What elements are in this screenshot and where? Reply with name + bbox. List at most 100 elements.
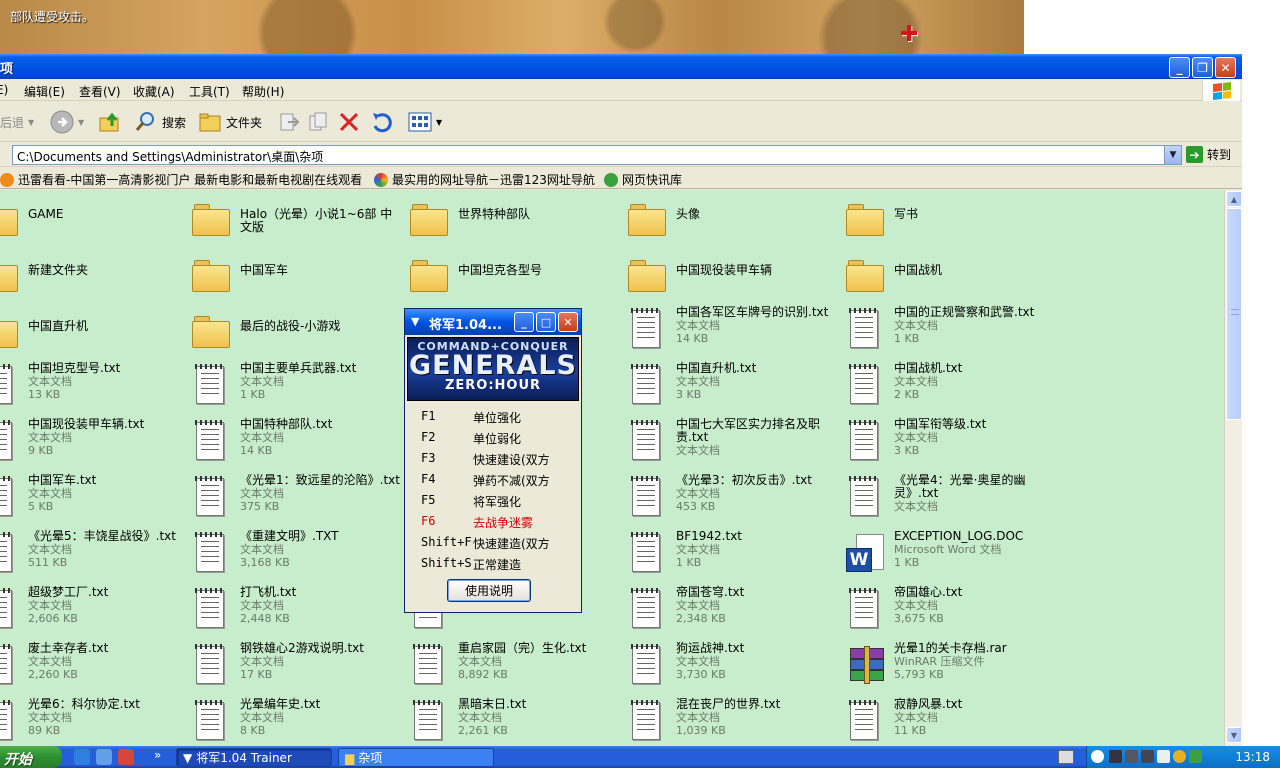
file-item[interactable]: 光晕1的关卡存档.rar WinRAR 压缩文件 5,793 KB — [846, 642, 1056, 692]
back-button[interactable]: 后退 ▼ — [0, 108, 34, 136]
folder-item[interactable]: 世界特种部队 — [410, 194, 620, 244]
folder-icon — [846, 198, 886, 238]
link-xunlei-123[interactable]: 最实用的网址导航－迅雷123网址导航 — [374, 171, 595, 188]
file-item[interactable]: BF1942.txt 文本文档 1 KB — [628, 530, 838, 580]
folders-button[interactable]: 文件夹 — [198, 108, 262, 136]
file-item[interactable]: 中国军车.txt 文本文档 5 KB — [0, 474, 190, 524]
file-item[interactable]: 中国各军区车牌号的识别.txt 文本文档 14 KB — [628, 306, 838, 356]
antivirus-icon[interactable] — [1189, 750, 1202, 763]
close-button[interactable]: ✕ — [1215, 57, 1236, 78]
restore-button[interactable]: ❐ — [1192, 57, 1213, 78]
ie-quicklaunch-icon[interactable] — [74, 749, 90, 765]
volume-icon[interactable] — [1157, 750, 1170, 763]
views-button[interactable]: ▼ — [408, 108, 442, 136]
trainer-title-bar[interactable]: ▼ 将军1.04... _ □ ✕ — [405, 309, 581, 335]
go-button[interactable]: ➔ 转到 — [1186, 146, 1231, 163]
scroll-thumb[interactable] — [1226, 208, 1242, 420]
up-folder-button[interactable] — [98, 108, 122, 136]
folder-item[interactable]: 中国战机 — [846, 250, 1056, 300]
undo-button[interactable] — [370, 108, 394, 136]
folder-item[interactable]: 新建文件夹 — [0, 250, 190, 300]
forward-button[interactable]: ▼ — [50, 108, 84, 136]
monitor-icon[interactable] — [1141, 750, 1154, 763]
title-bar[interactable]: 项 _ ❐ ✕ — [0, 54, 1242, 79]
network-icon[interactable] — [1109, 750, 1122, 763]
file-item[interactable]: 《光晕3：初次反击》.txt 文本文档 453 KB — [628, 474, 838, 524]
security-icon[interactable] — [1173, 750, 1186, 763]
trainer-minimize-button[interactable]: _ — [514, 312, 534, 332]
start-button[interactable]: 开始 — [0, 746, 62, 768]
network-icon-2[interactable] — [1125, 750, 1138, 763]
file-item[interactable]: 中国军衔等级.txt 文本文档 3 KB — [846, 418, 1056, 468]
file-item[interactable]: 《光晕1：致远星的沦陷》.txt 文本文档 375 KB — [192, 474, 402, 524]
file-item[interactable]: 帝国苍穹.txt 文本文档 2,348 KB — [628, 586, 838, 636]
file-item[interactable]: 钢铁雄心2游戏说明.txt 文本文档 17 KB — [192, 642, 402, 692]
folder-item[interactable]: GAME — [0, 194, 190, 244]
file-label: 新建文件夹 — [28, 264, 188, 277]
file-item[interactable]: 混在丧尸的世界.txt 文本文档 1,039 KB — [628, 698, 838, 746]
menu-edit[interactable]: 编辑(E) — [24, 83, 65, 100]
menu-view[interactable]: 查看(V) — [79, 83, 121, 100]
folder-item[interactable]: 中国军车 — [192, 250, 402, 300]
file-item[interactable]: 中国的正规警察和武警.txt 文本文档 1 KB — [846, 306, 1056, 356]
folder-item[interactable]: 中国直升机 — [0, 306, 190, 356]
link-label: 迅雷看看-中国第一高清影视门户 最新电影和最新电视剧在线观看 — [18, 173, 363, 187]
folder-item[interactable]: 中国现役装甲车辆 — [628, 250, 838, 300]
folder-item[interactable]: Halo（光晕）小说1~6部 中文版 — [192, 194, 402, 244]
file-item[interactable]: 重启家园（完）生化.txt 文本文档 8,892 KB — [410, 642, 620, 692]
address-input[interactable]: C:\Documents and Settings\Administrator\… — [12, 145, 1182, 165]
copy-to-button[interactable] — [308, 108, 330, 136]
file-item[interactable]: 狗运战神.txt 文本文档 3,730 KB — [628, 642, 838, 692]
file-item[interactable]: 黑暗末日.txt 文本文档 2,261 KB — [410, 698, 620, 746]
folder-item[interactable]: 写书 — [846, 194, 1056, 244]
menu-help[interactable]: 帮助(H) — [242, 83, 284, 100]
app-quicklaunch-icon[interactable] — [118, 749, 134, 765]
file-item[interactable]: 中国主要单兵武器.txt 文本文档 1 KB — [192, 362, 402, 412]
file-item[interactable]: 中国战机.txt 文本文档 2 KB — [846, 362, 1056, 412]
vertical-scrollbar[interactable]: ▲ ▼ — [1224, 190, 1242, 746]
folder-item[interactable]: 最后的战役-小游戏 — [192, 306, 402, 356]
file-item[interactable]: 寂静风暴.txt 文本文档 11 KB — [846, 698, 1056, 746]
menu-file[interactable]: E) — [0, 83, 8, 97]
file-item[interactable]: W EXCEPTION_LOG.DOC Microsoft Word 文档 1 KB — [846, 530, 1056, 580]
task-trainer[interactable]: ▼ 将军1.04 Trainer — [176, 748, 332, 767]
link-web-slice-gallery[interactable]: 网页快讯库 — [604, 171, 682, 188]
delete-button[interactable] — [338, 108, 360, 136]
folder-item[interactable]: 头像 — [628, 194, 838, 244]
file-item[interactable]: 废土幸存者.txt 文本文档 2,260 KB — [0, 642, 190, 692]
file-item[interactable]: 中国现役装甲车辆.txt 文本文档 9 KB — [0, 418, 190, 468]
menu-favorites[interactable]: 收藏(A) — [133, 83, 175, 100]
file-item[interactable]: 光晕编年史.txt 文本文档 8 KB — [192, 698, 402, 746]
keyboard-icon[interactable] — [1058, 750, 1074, 764]
help-button[interactable]: 使用说明 — [447, 579, 531, 602]
file-item[interactable]: 《重建文明》.TXT 文本文档 3,168 KB — [192, 530, 402, 580]
trainer-maximize-button[interactable]: □ — [536, 312, 556, 332]
file-name: 《光晕3：初次反击》.txt — [676, 473, 812, 487]
file-item[interactable]: 中国直升机.txt 文本文档 3 KB — [628, 362, 838, 412]
move-to-button[interactable] — [278, 108, 300, 136]
trainer-close-button[interactable]: ✕ — [558, 312, 578, 332]
file-item[interactable]: 中国七大军区实力排名及职责.txt 文本文档 — [628, 418, 838, 468]
quicklaunch-more-icon[interactable]: » — [154, 748, 161, 762]
scroll-down-button[interactable]: ▼ — [1226, 727, 1242, 743]
file-item[interactable]: 光晕6：科尔协定.txt 文本文档 89 KB — [0, 698, 190, 746]
file-item[interactable]: 中国特种部队.txt 文本文档 14 KB — [192, 418, 402, 468]
scroll-up-button[interactable]: ▲ — [1226, 191, 1242, 207]
file-item[interactable]: 《光晕4：光晕·奥星的幽灵》.txt 文本文档 — [846, 474, 1056, 524]
address-dropdown-button[interactable]: ▼ — [1164, 146, 1181, 164]
menu-tools[interactable]: 工具(T) — [189, 83, 230, 100]
minimize-button[interactable]: _ — [1169, 57, 1190, 78]
file-item[interactable]: 中国坦克型号.txt 文本文档 13 KB — [0, 362, 190, 412]
task-explorer[interactable]: ▆ 杂项 — [338, 748, 494, 767]
file-item[interactable]: 超级梦工厂.txt 文本文档 2,606 KB — [0, 586, 190, 636]
file-item[interactable]: 帝国雄心.txt 文本文档 3,675 KB — [846, 586, 1056, 636]
text-file-icon — [0, 700, 20, 742]
search-button[interactable]: 搜索 — [134, 108, 186, 136]
desktop-quicklaunch-icon[interactable] — [96, 749, 112, 765]
file-item[interactable]: 打飞机.txt 文本文档 2,448 KB — [192, 586, 402, 636]
link-xunlei-kankan[interactable]: 迅雷看看-中国第一高清影视门户 最新电影和最新电视剧在线观看 — [0, 171, 362, 188]
folder-item[interactable]: 中国坦克各型号 — [410, 250, 620, 300]
file-name: Halo（光晕）小说1~6部 中文版 — [240, 207, 393, 234]
tray-expand-icon[interactable] — [1091, 750, 1104, 763]
file-item[interactable]: 《光晕5：丰饶星战役》.txt 文本文档 511 KB — [0, 530, 190, 580]
